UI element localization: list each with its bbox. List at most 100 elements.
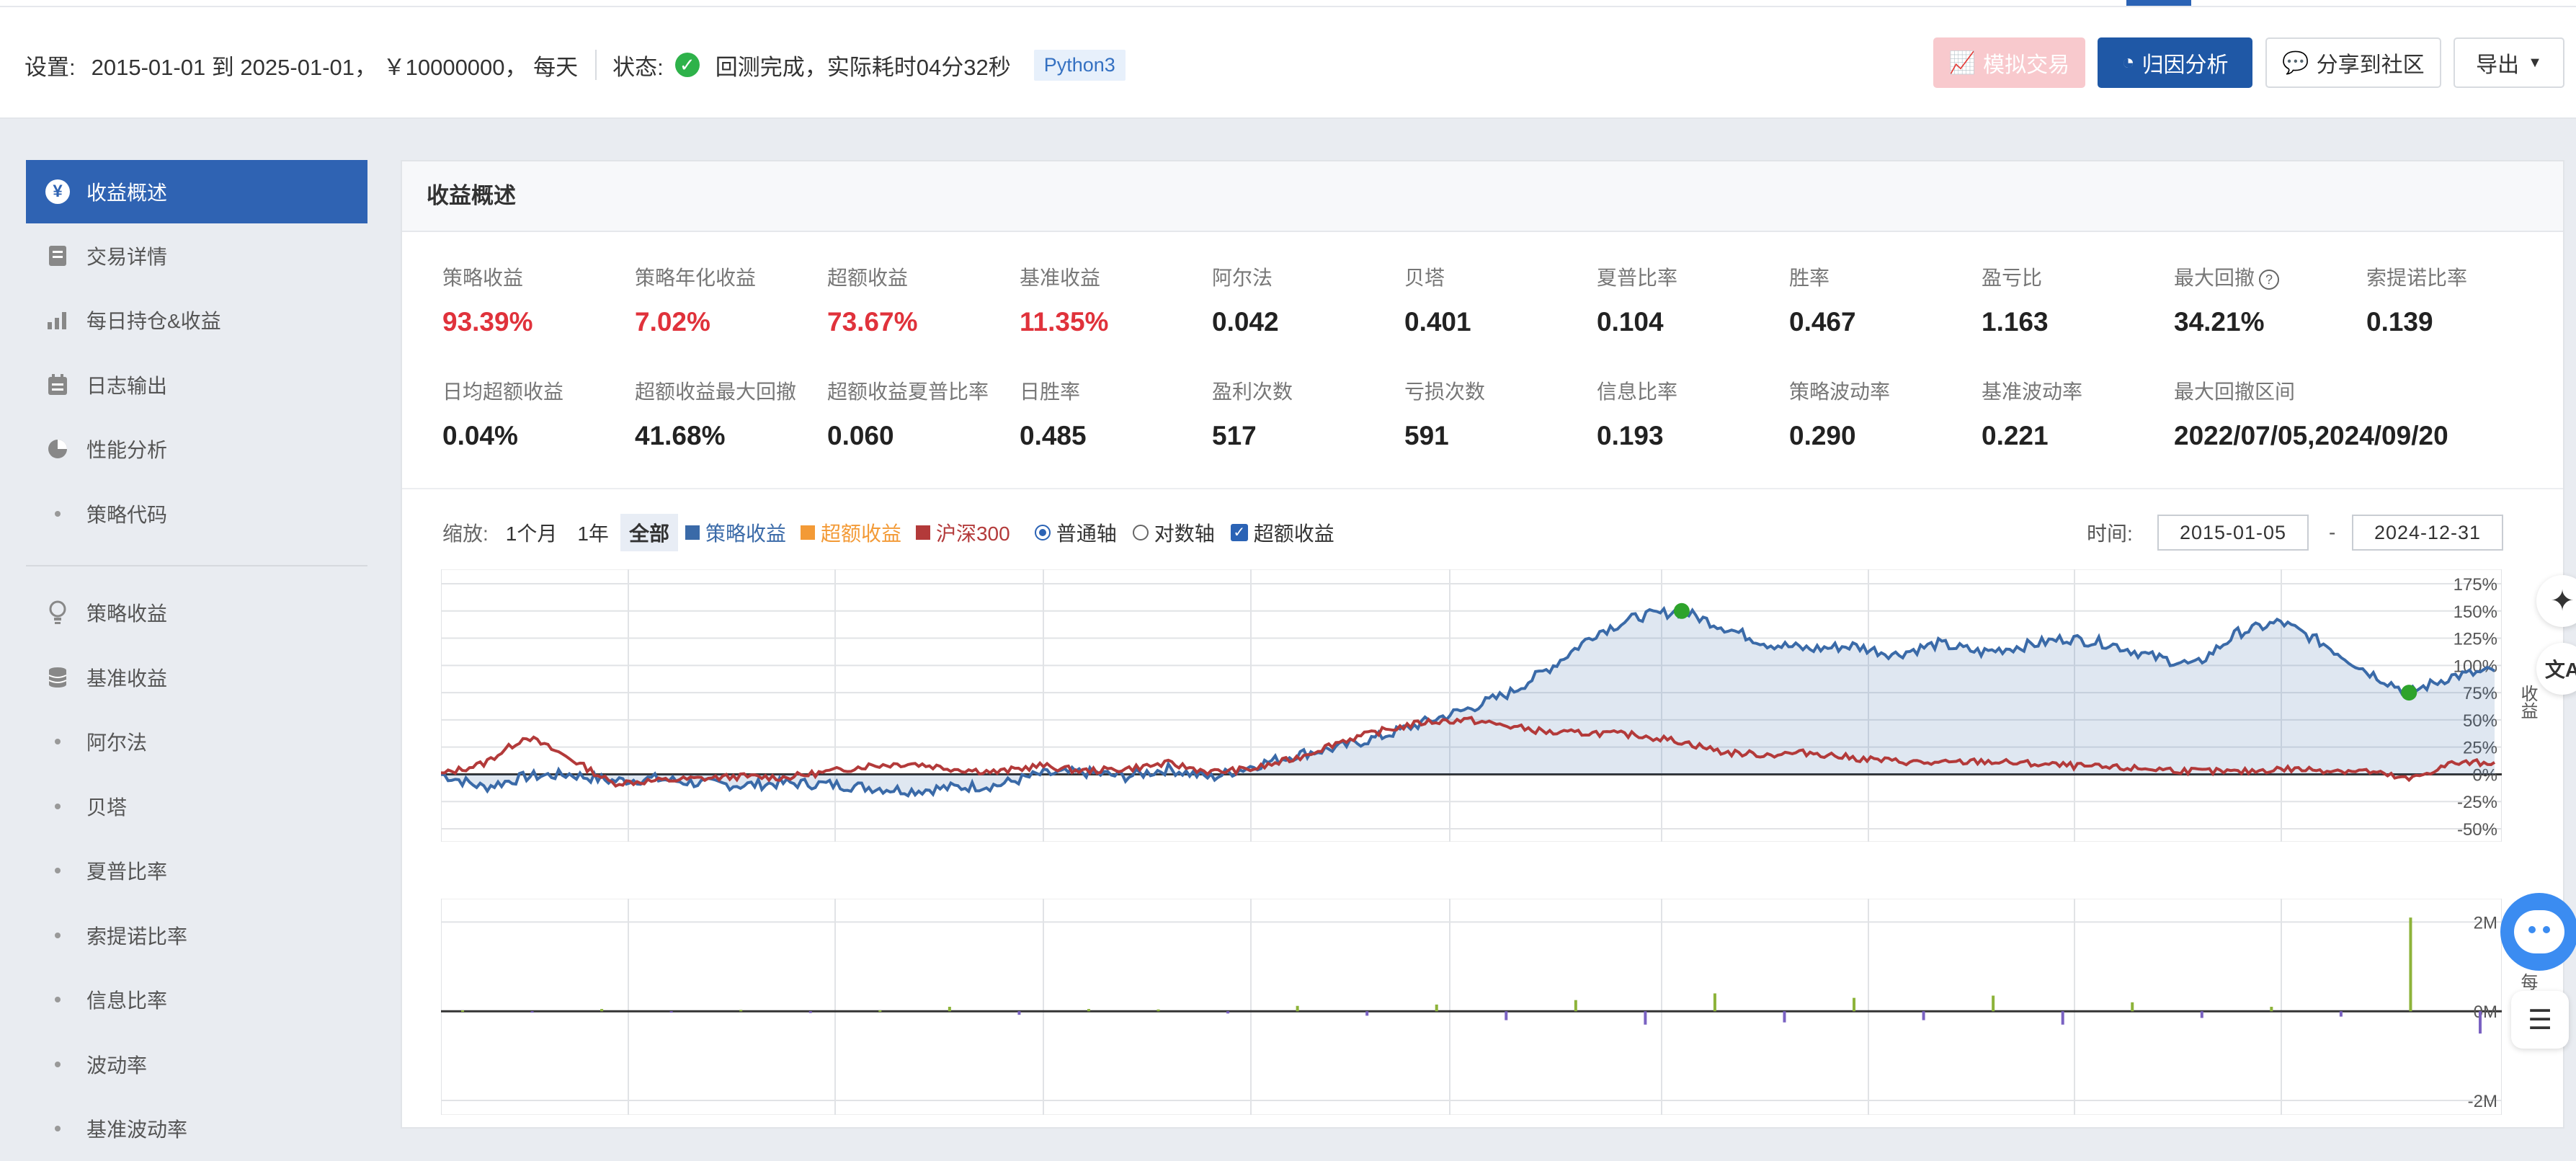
zoom-all-button[interactable]: 全部 (620, 514, 678, 551)
divider (595, 50, 597, 80)
stat-value: 0.485 (1020, 421, 1087, 451)
customer-service-icon[interactable] (2500, 893, 2576, 971)
check-icon: ✓ (1231, 524, 1248, 541)
sidebar-item-beta[interactable]: 贝塔 (26, 774, 367, 839)
stat-win-rate: 胜率 0.467 (1789, 262, 1856, 337)
daily-pnl-chart[interactable]: 2M0M-2M (441, 899, 2502, 1115)
sidebar-item-sharpe[interactable]: 夏普比率 (26, 839, 367, 904)
sidebar-item-label: 性能分析 (86, 435, 167, 463)
stat-value: 0.290 (1789, 421, 1890, 451)
stat-label: 信息比率 (1597, 381, 1677, 403)
daily-bar (2479, 1011, 2482, 1033)
share-label: 分享到社区 (2317, 47, 2425, 79)
stat-label: 超额收益 (827, 267, 908, 289)
bullet-dot (55, 511, 61, 517)
sidebar-item-label: 波动率 (86, 1050, 147, 1079)
stat-value: 0.042 (1212, 307, 1279, 337)
legend-csi300[interactable]: 沪深300 (916, 518, 1010, 547)
daily-bar (1157, 1010, 1160, 1011)
date-to-input[interactable]: 2024-12-31 (2352, 515, 2503, 551)
stat-label: 夏普比率 (1597, 267, 1677, 289)
top-progress-line (0, 0, 2576, 7)
y-axis-title: 收益 (2515, 685, 2540, 719)
sidebar-item-daily-positions[interactable]: 每日持仓&收益 (26, 288, 367, 353)
yuan-icon: ¥ (45, 179, 71, 205)
date-dash: - (2329, 515, 2335, 551)
stat-value: 11.35% (1020, 307, 1108, 337)
chart-controls: 缩放: 1个月 1年 全部 策略收益 超额收益 沪深300 普通轴 对数轴 ✓超… (442, 515, 1334, 551)
sidebar-divider (26, 565, 367, 566)
comment-icon: 💬 (2282, 50, 2309, 76)
bar-chart-icon (45, 307, 71, 333)
bullet-dot (55, 933, 61, 938)
stat-value: 0.467 (1789, 307, 1856, 337)
panel-title: 收益概述 (402, 161, 2563, 232)
normal-axis-radio[interactable]: 普通轴 (1035, 518, 1117, 547)
daily-bar (809, 1011, 812, 1013)
legend-swatch (801, 525, 815, 540)
export-dropdown-button[interactable]: 导出▼ (2454, 37, 2564, 88)
daily-bar (1017, 1011, 1020, 1015)
status-label: 状态: (612, 49, 664, 81)
share-to-community-button[interactable]: 💬 分享到社区 (2265, 37, 2441, 88)
sidebar-item-overview[interactable]: ¥收益概述 (26, 160, 367, 223)
daily-bar (670, 1011, 673, 1013)
excess-return-checkbox[interactable]: ✓超额收益 (1231, 518, 1334, 547)
stat-value: 0.104 (1597, 307, 1677, 337)
stat-benchmark-return: 基准收益11.35% (1020, 262, 1108, 337)
stat-excess-sharpe: 超额收益夏普比率0.060 (827, 376, 989, 451)
daily-bar (1296, 1006, 1299, 1011)
stat-label: 基准波动率 (1982, 381, 2082, 403)
sidebar-item-label: 基准波动率 (86, 1114, 187, 1143)
simulate-trade-label: 模拟交易 (1983, 47, 2069, 79)
pie-icon (45, 436, 71, 462)
sidebar-item-log-output[interactable]: 日志输出 (26, 352, 367, 417)
stat-label: 胜率 (1789, 267, 1830, 289)
attribution-label: 归因分析 (2142, 47, 2229, 79)
date-from-input[interactable]: 2015-01-05 (2157, 515, 2309, 551)
sidebar-item-strategy-code[interactable]: 策略代码 (26, 481, 367, 546)
stat-value: 0.04% (442, 421, 563, 451)
stat-value: 0.221 (1982, 421, 2082, 451)
sidebar-item-trade-details[interactable]: 交易详情 (26, 223, 367, 288)
stat-value: 591 (1404, 421, 1485, 451)
daily-bar (1574, 1000, 1577, 1011)
y-tick-label: -2M (2468, 1092, 2497, 1111)
sidebar-item-information-ratio[interactable]: 信息比率 (26, 968, 367, 1033)
sidebar-item-label: 索提诺比率 (86, 921, 187, 950)
y-tick-label: 150% (2454, 602, 2497, 622)
log-axis-radio[interactable]: 对数轴 (1133, 518, 1215, 547)
list-icon[interactable]: ☰ (2511, 991, 2569, 1049)
stat-max-drawdown: 最大回撤?34.21% (2174, 262, 2279, 337)
zoom-1-month-button[interactable]: 1个月 (497, 514, 566, 551)
stat-label: 盈利次数 (1212, 381, 1293, 403)
sidebar-item-alpha[interactable]: 阿尔法 (26, 710, 367, 775)
sidebar-item-benchmark-volatility[interactable]: 基准波动率 (26, 1097, 367, 1161)
sidebar-item-volatility[interactable]: 波动率 (26, 1032, 367, 1097)
legend-label: 沪深300 (936, 518, 1010, 547)
daily-bar (1783, 1011, 1786, 1022)
return-chart[interactable]: 175%150%125%100%75%50%25%0%-25%-50% (441, 569, 2502, 842)
sidebar-item-strategy-return[interactable]: 策略收益 (26, 581, 367, 646)
sidebar-item-sortino[interactable]: 索提诺比率 (26, 903, 367, 968)
simulate-trade-button[interactable]: 📈模拟交易 (1933, 37, 2085, 88)
stat-loss-count: 亏损次数591 (1404, 376, 1485, 451)
daily-bar (2131, 1002, 2134, 1011)
attribution-analysis-button[interactable]: ◔归因分析 (2098, 37, 2252, 88)
sidebar-item-benchmark-return[interactable]: 基准收益 (26, 645, 367, 710)
stat-value: 73.67% (827, 307, 918, 337)
stat-strategy-return: 策略收益93.39% (442, 262, 533, 337)
zoom-1-year-button[interactable]: 1年 (569, 514, 618, 551)
stat-value: 0.193 (1597, 421, 1677, 451)
stat-label: 策略收益 (442, 267, 523, 289)
y-tick-label: -25% (2457, 793, 2497, 812)
stat-annual-return: 策略年化收益7.02% (635, 262, 756, 337)
stat-profit-loss-ratio: 盈亏比1.163 (1982, 262, 2049, 337)
stat-label: 日均超额收益 (442, 381, 563, 403)
legend-strategy-return[interactable]: 策略收益 (685, 518, 786, 547)
bullet-dot (55, 868, 61, 873)
legend-excess-return[interactable]: 超额收益 (801, 518, 901, 547)
sidebar-item-performance[interactable]: 性能分析 (26, 417, 367, 482)
sidebar-item-label: 策略收益 (86, 598, 167, 627)
help-icon[interactable]: ? (2259, 270, 2279, 290)
